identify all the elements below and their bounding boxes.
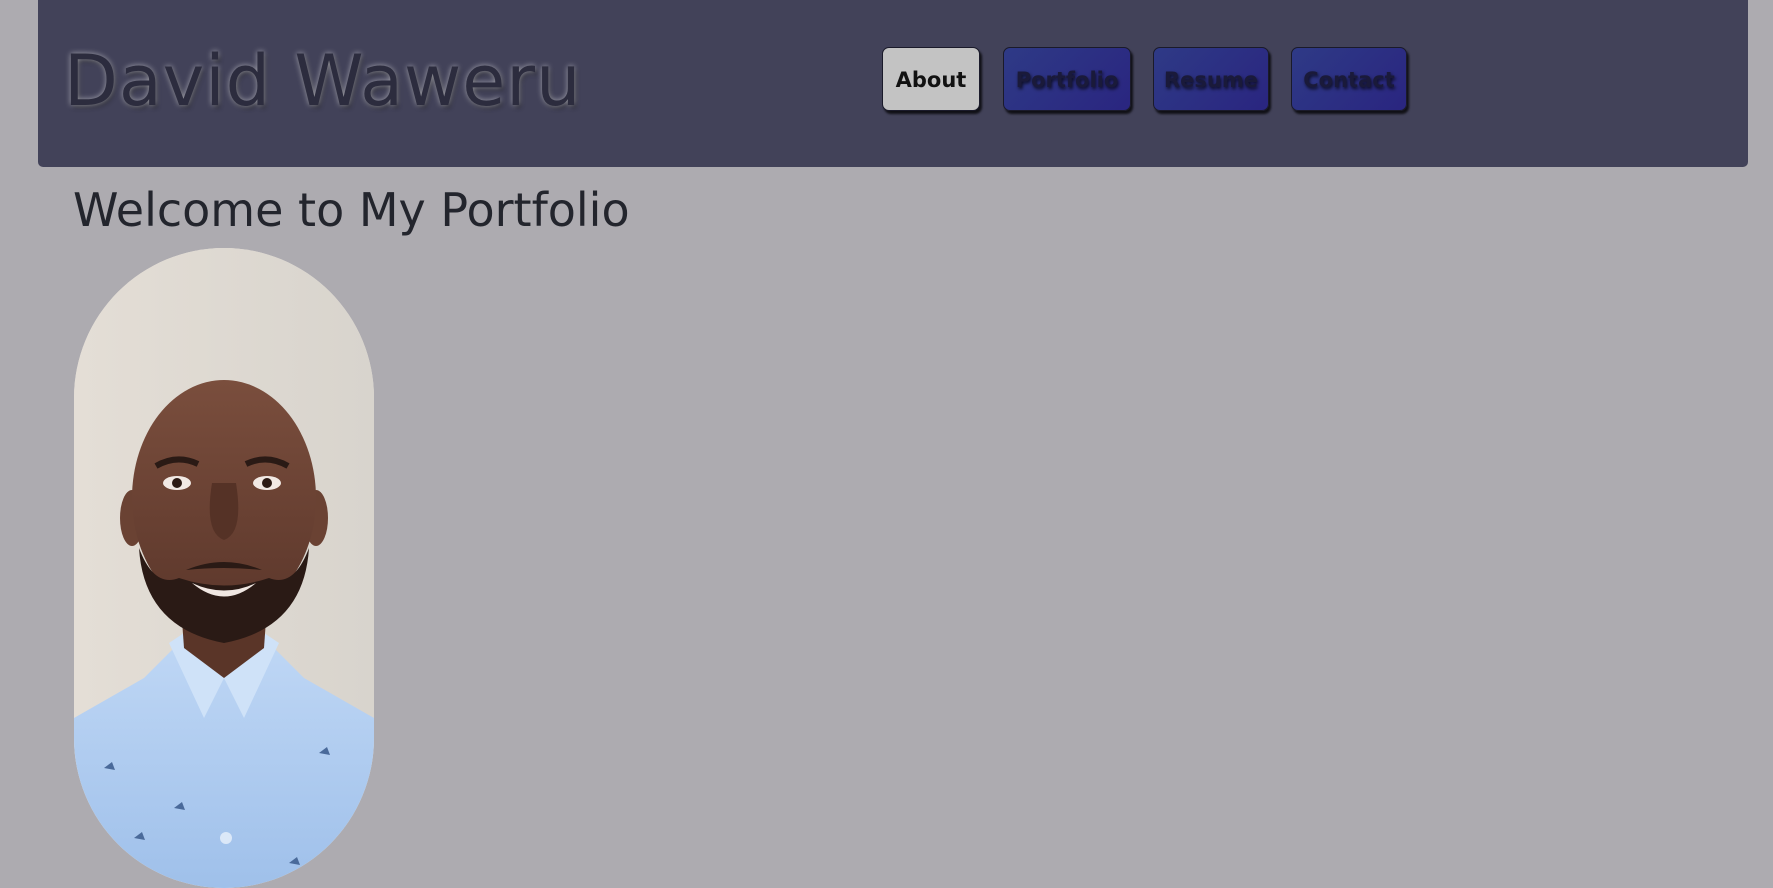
site-title: David Waweru [64, 40, 582, 122]
nav-about-button[interactable]: About [882, 47, 980, 111]
profile-photo-illustration [74, 248, 374, 888]
nav-resume-button[interactable]: Resume [1153, 47, 1269, 111]
site-header: David Waweru About Portfolio Resume Cont… [38, 0, 1748, 167]
page-heading: Welcome to My Portfolio [73, 183, 630, 237]
profile-photo [74, 248, 374, 888]
nav-portfolio-button[interactable]: Portfolio [1003, 47, 1131, 111]
nav-contact-button[interactable]: Contact [1291, 47, 1407, 111]
